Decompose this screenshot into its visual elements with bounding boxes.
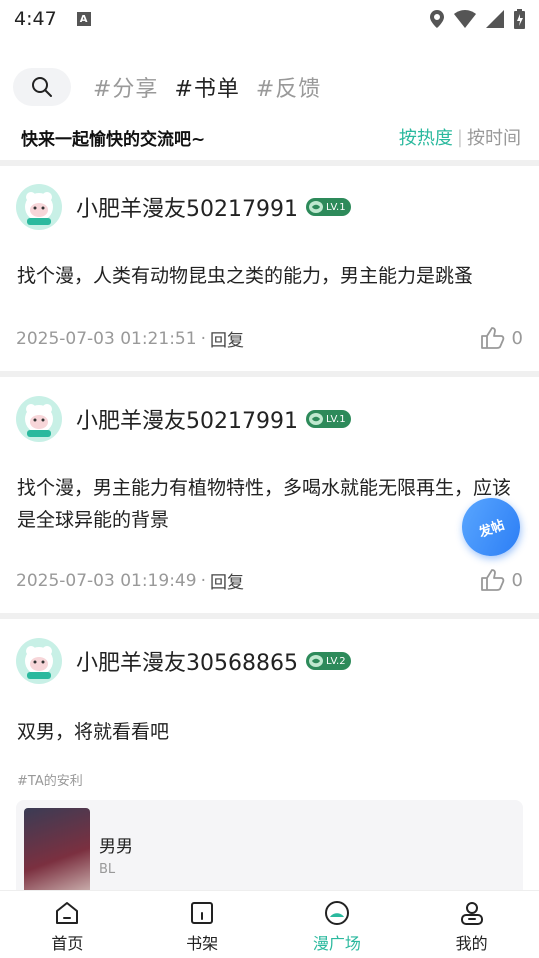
like-button[interactable]: 0 [480, 326, 523, 350]
thumbs-up-icon [480, 327, 504, 349]
meta-dot: · [200, 570, 206, 591]
battery-icon [514, 9, 525, 29]
comic-tag: BL [99, 862, 116, 877]
reply-button[interactable]: 回复 [210, 568, 244, 593]
tab-label: 漫广场 [312, 933, 361, 953]
new-post-label: 发帖 [476, 517, 507, 541]
post-content[interactable]: 找个漫，男主能力有植物特性，多喝水就能无限再生，应该是全球异能的背景 [17, 472, 527, 536]
tab-label: 书架 [186, 933, 219, 953]
search-button[interactable] [13, 68, 71, 106]
ta-recommend-label: #TA的安利 [17, 774, 83, 789]
leaf-icon [308, 655, 323, 667]
plaza-icon [324, 900, 349, 925]
divider [0, 371, 539, 377]
tag-feedback[interactable]: #反馈 [256, 71, 321, 103]
search-icon [32, 77, 52, 97]
slogan: 快来一起愉快的交流吧~ [21, 129, 206, 150]
like-count: 0 [511, 569, 523, 591]
tab-bookshelf[interactable]: 书架 [135, 891, 270, 958]
tag-booklist[interactable]: #书单 [174, 71, 239, 103]
post-item[interactable]: 小肥羊漫友30568865 LV.2 双男，将就看看吧 #TA的安利 男男 BL [0, 638, 539, 900]
sort-switch: 按热度 | 按时间 [399, 124, 521, 150]
tab-profile[interactable]: 我的 [404, 891, 539, 958]
like-count: 0 [511, 327, 523, 349]
comic-title: 男男 [99, 837, 133, 857]
like-button[interactable]: 0 [480, 568, 523, 592]
leaf-icon [308, 413, 323, 425]
post-header: 小肥羊漫友30568865 LV.2 [16, 638, 351, 684]
leaf-icon [308, 201, 323, 213]
post-date: 2025-07-03 01:21:51 [16, 328, 197, 349]
notification-a-icon: A [76, 12, 91, 26]
post-content[interactable]: 找个漫，人类有动物昆虫之类的能力，男主能力是跳蚤 [17, 260, 527, 292]
subbar: 快来一起愉快的交流吧~ 按热度 | 按时间 [0, 120, 539, 154]
sort-by-hot[interactable]: 按热度 [399, 124, 453, 150]
location-icon [430, 10, 444, 28]
sheep-avatar-icon [25, 404, 53, 437]
post-item[interactable]: 小肥羊漫友50217991 LV.1 找个漫，男主能力有植物特性，多喝水就能无限… [0, 396, 539, 616]
tab-label: 首页 [51, 933, 84, 953]
topic-tags: #分享 #书单 #反馈 [93, 71, 321, 103]
post-item[interactable]: 小肥羊漫友50217991 LV.1 找个漫，人类有动物昆虫之类的能力，男主能力… [0, 184, 539, 374]
wifi-icon [454, 10, 476, 28]
bottom-tabbar: 首页 书架 漫广场 我的 [0, 890, 539, 958]
status-icons [430, 9, 525, 29]
status-time: 4:47 [14, 8, 57, 30]
username[interactable]: 小肥羊漫友30568865 [76, 645, 298, 677]
avatar[interactable] [16, 396, 62, 442]
recommended-comic-card[interactable]: 男男 BL [16, 800, 523, 900]
level-badge: LV.1 [305, 410, 351, 428]
level-badge: LV.2 [305, 652, 351, 670]
tab-plaza[interactable]: 漫广场 [270, 891, 405, 958]
username[interactable]: 小肥羊漫友50217991 [76, 403, 298, 435]
sort-by-time[interactable]: 按时间 [467, 124, 521, 150]
tag-share[interactable]: #分享 [93, 71, 158, 103]
home-icon [56, 901, 79, 924]
profile-icon [460, 901, 483, 925]
sort-separator: | [456, 126, 463, 148]
level-text: LV.2 [325, 655, 346, 667]
sheep-avatar-icon [25, 646, 53, 679]
topbar: #分享 #书单 #反馈 [0, 66, 539, 108]
username[interactable]: 小肥羊漫友50217991 [76, 191, 298, 223]
level-text: LV.1 [325, 413, 346, 425]
post-meta: 2025-07-03 01:21:51 · 回复 [16, 326, 244, 352]
comic-cover [24, 808, 90, 900]
post-header: 小肥羊漫友50217991 LV.1 [16, 396, 351, 442]
level-badge: LV.1 [305, 198, 351, 216]
meta-dot: · [200, 328, 206, 349]
post-content[interactable]: 双男，将就看看吧 [17, 716, 527, 748]
thumbs-up-icon [480, 569, 504, 591]
reply-button[interactable]: 回复 [210, 326, 244, 351]
tab-label: 我的 [455, 933, 488, 953]
tab-home[interactable]: 首页 [0, 891, 135, 958]
divider [0, 613, 539, 619]
status-bar: 4:47 A [0, 0, 539, 38]
sheep-avatar-icon [25, 192, 53, 225]
divider [0, 160, 539, 166]
level-text: LV.1 [325, 201, 346, 213]
post-date: 2025-07-03 01:19:49 [16, 570, 197, 591]
bookshelf-icon [191, 901, 214, 924]
signal-icon [486, 10, 504, 28]
avatar[interactable] [16, 638, 62, 684]
post-header: 小肥羊漫友50217991 LV.1 [16, 184, 351, 230]
avatar[interactable] [16, 184, 62, 230]
post-meta: 2025-07-03 01:19:49 · 回复 [16, 568, 244, 594]
